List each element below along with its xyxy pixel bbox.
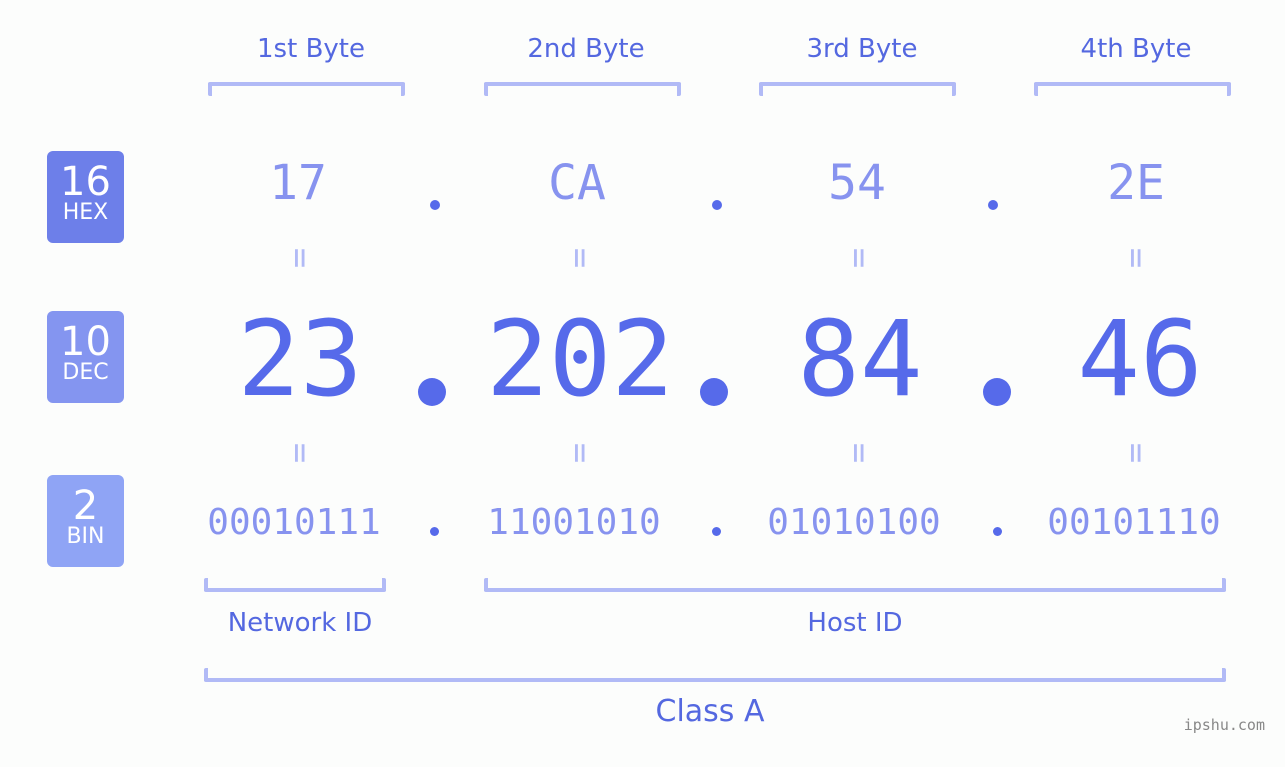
- class-label: Class A: [655, 694, 765, 729]
- bin-byte-2: 11001010: [487, 502, 661, 543]
- bin-dot-1: [430, 527, 439, 536]
- hex-dot-3: [988, 200, 998, 210]
- hex-byte-3: 54: [828, 155, 886, 211]
- hex-byte-1: 17: [269, 155, 327, 211]
- equals-icon: =: [560, 247, 600, 269]
- bin-dot-2: [712, 527, 721, 536]
- dec-base: 10: [60, 319, 111, 365]
- bin-badge: 2 BIN: [47, 475, 124, 567]
- host-id-label: Host ID: [807, 608, 903, 638]
- dec-badge: 10 DEC: [47, 311, 124, 403]
- host-id-bracket: [484, 578, 1226, 592]
- dec-dot-3: [983, 378, 1011, 406]
- byte-bracket-4: [1034, 82, 1231, 96]
- equals-icon: =: [560, 442, 600, 464]
- equals-icon: =: [1116, 247, 1156, 269]
- equals-icon: =: [280, 247, 320, 269]
- hex-dot-1: [430, 200, 440, 210]
- bin-base: 2: [72, 483, 99, 529]
- equals-icon: =: [839, 442, 879, 464]
- dec-byte-1: 23: [237, 298, 363, 420]
- dec-byte-3: 84: [797, 298, 923, 420]
- bin-byte-1: 00010111: [207, 502, 381, 543]
- byte-header-4: 4th Byte: [1080, 34, 1192, 64]
- bin-label: BIN: [66, 524, 105, 549]
- byte-header-2: 2nd Byte: [527, 34, 645, 64]
- class-bracket: [204, 668, 1226, 682]
- bin-byte-4: 00101110: [1047, 502, 1221, 543]
- byte-bracket-2: [484, 82, 681, 96]
- watermark: ipshu.com: [1183, 716, 1265, 734]
- bin-dot-3: [993, 527, 1002, 536]
- network-id-bracket: [204, 578, 386, 592]
- hex-byte-4: 2E: [1107, 155, 1165, 211]
- equals-icon: =: [1116, 442, 1156, 464]
- byte-bracket-3: [759, 82, 956, 96]
- byte-header-1: 1st Byte: [257, 34, 365, 64]
- dec-byte-2: 202: [486, 298, 674, 420]
- byte-bracket-1: [208, 82, 405, 96]
- network-id-label: Network ID: [227, 608, 373, 638]
- dec-label: DEC: [62, 360, 109, 385]
- dec-dot-1: [418, 378, 446, 406]
- dec-byte-4: 46: [1077, 298, 1203, 420]
- hex-base: 16: [60, 159, 111, 205]
- bin-byte-3: 01010100: [767, 502, 941, 543]
- equals-icon: =: [839, 247, 879, 269]
- dec-dot-2: [700, 378, 728, 406]
- equals-icon: =: [280, 442, 320, 464]
- hex-byte-2: CA: [548, 155, 606, 211]
- hex-badge: 16 HEX: [47, 151, 124, 243]
- byte-header-3: 3rd Byte: [806, 34, 918, 64]
- hex-dot-2: [712, 200, 722, 210]
- hex-label: HEX: [62, 200, 109, 225]
